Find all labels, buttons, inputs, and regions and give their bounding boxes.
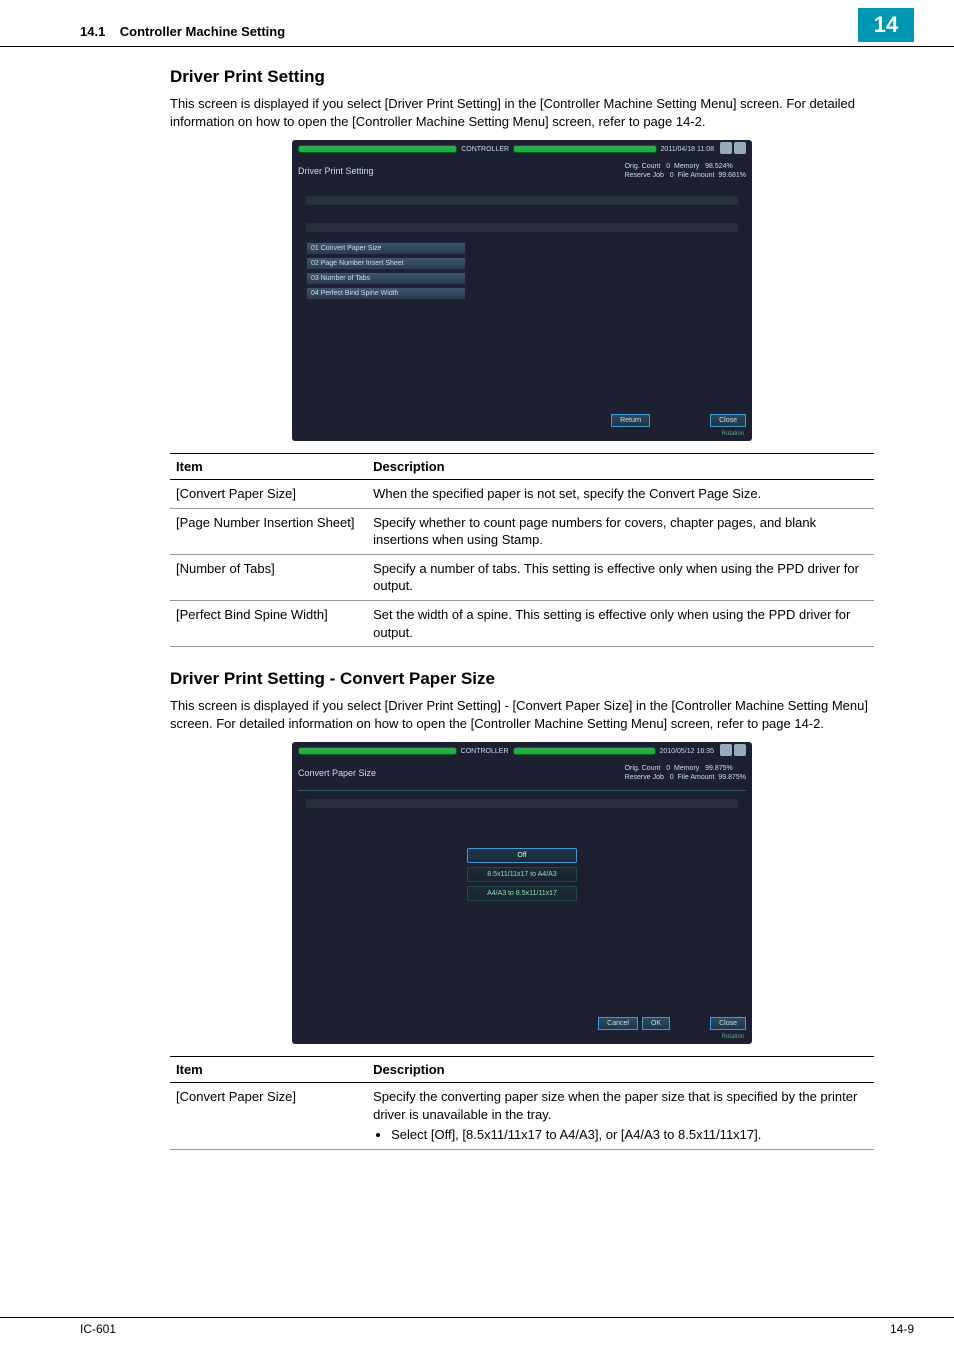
table-row: [Convert Paper Size] Specify the convert…: [170, 1083, 874, 1150]
controller-label: CONTROLLER: [461, 146, 509, 153]
section2-heading: Driver Print Setting - Convert Paper Siz…: [170, 669, 874, 689]
section2-table: Item Description [Convert Paper Size] Sp…: [170, 1056, 874, 1150]
footer-right: 14-9: [890, 1322, 914, 1336]
section1-paragraph: This screen is displayed if you select […: [170, 95, 874, 130]
option-off[interactable]: Off: [467, 848, 577, 863]
table-row: [Convert Paper Size] When the specified …: [170, 480, 874, 509]
meter-bar: [298, 747, 457, 755]
cell-item: [Convert Paper Size]: [170, 480, 367, 509]
panel-stats: Orig. Count 0 Memory 98.524% Reserve Job…: [625, 162, 746, 180]
page-header: 14.1 Controller Machine Setting 14: [0, 20, 954, 47]
menu-item-perfect-bind-spine-width[interactable]: 04 Perfect Bind Spine Width: [306, 287, 466, 300]
table-row: [Perfect Bind Spine Width] Set the width…: [170, 601, 874, 647]
panel-title: Convert Paper Size: [298, 768, 376, 778]
cell-item: [Perfect Bind Spine Width]: [170, 601, 367, 647]
cell-item: [Page Number Insertion Sheet]: [170, 508, 367, 554]
convert-paper-size-panel: CONTROLLER 2010/05/12 16:35 Convert Pape…: [292, 742, 752, 1044]
table-row: [Page Number Insertion Sheet] Specify wh…: [170, 508, 874, 554]
cell-desc: Specify the converting paper size when t…: [367, 1083, 874, 1150]
status-icons: [718, 142, 746, 156]
col-description: Description: [367, 1057, 874, 1083]
menu-item-page-number-insert-sheet[interactable]: 02 Page Number Insert Sheet: [306, 257, 466, 270]
cancel-button[interactable]: Cancel: [598, 1017, 638, 1030]
section2-paragraph: This screen is displayed if you select […: [170, 697, 874, 732]
panel-title: Driver Print Setting: [298, 166, 374, 176]
col-item: Item: [170, 454, 367, 480]
cell-desc-bullet: Select [Off], [8.5x11/11x17 to A4/A3], o…: [391, 1126, 868, 1144]
rotation-indicator: Rotation: [292, 1034, 752, 1040]
section-number: 14.1: [80, 24, 105, 39]
header-section: 14.1 Controller Machine Setting: [80, 24, 858, 39]
status-icons: [718, 744, 746, 758]
panel-stats: Orig. Count 0 Memory 99.875% Reserve Job…: [625, 764, 746, 782]
table-row: [Number of Tabs] Specify a number of tab…: [170, 554, 874, 600]
section1-table: Item Description [Convert Paper Size] Wh…: [170, 453, 874, 647]
datetime: 2010/05/12 16:35: [660, 748, 715, 755]
cell-desc: Set the width of a spine. This setting i…: [367, 601, 874, 647]
cell-desc: When the specified paper is not set, spe…: [367, 480, 874, 509]
ok-button[interactable]: OK: [642, 1017, 670, 1030]
inactive-bar: [306, 223, 738, 232]
option-to-letter-ledger[interactable]: A4/A3 to 8.5x11/11x17: [467, 886, 577, 901]
meter-bar: [513, 145, 656, 153]
col-description: Description: [367, 454, 874, 480]
meter-bar: [513, 747, 656, 755]
inactive-bar: [306, 196, 738, 205]
controller-label: CONTROLLER: [461, 748, 509, 755]
menu-item-number-of-tabs[interactable]: 03 Number of Tabs: [306, 272, 466, 285]
cell-item: [Convert Paper Size]: [170, 1083, 367, 1150]
cell-desc: Specify a number of tabs. This setting i…: [367, 554, 874, 600]
page-footer: IC-601 14-9: [0, 1317, 954, 1336]
inactive-bar: [306, 799, 738, 808]
col-item: Item: [170, 1057, 367, 1083]
option-to-a4a3[interactable]: 8.5x11/11x17 to A4/A3: [467, 867, 577, 882]
chapter-badge: 14: [858, 8, 914, 42]
rotation-indicator: Rotation: [292, 431, 752, 437]
cell-item: [Number of Tabs]: [170, 554, 367, 600]
driver-print-setting-panel: CONTROLLER 2011/04/18 11:08 Driver Print…: [292, 140, 752, 441]
cell-desc-text: Specify the converting paper size when t…: [373, 1089, 857, 1122]
return-button[interactable]: Return: [611, 414, 650, 427]
footer-left: IC-601: [80, 1322, 116, 1336]
meter-bar: [298, 145, 457, 153]
section-title: Controller Machine Setting: [120, 24, 285, 39]
close-button[interactable]: Close: [710, 414, 746, 427]
menu-item-convert-paper-size[interactable]: 01 Convert Paper Size: [306, 242, 466, 255]
cell-desc: Specify whether to count page numbers fo…: [367, 508, 874, 554]
close-button[interactable]: Close: [710, 1017, 746, 1030]
section1-heading: Driver Print Setting: [170, 67, 874, 87]
datetime: 2011/04/18 11:08: [661, 146, 714, 153]
